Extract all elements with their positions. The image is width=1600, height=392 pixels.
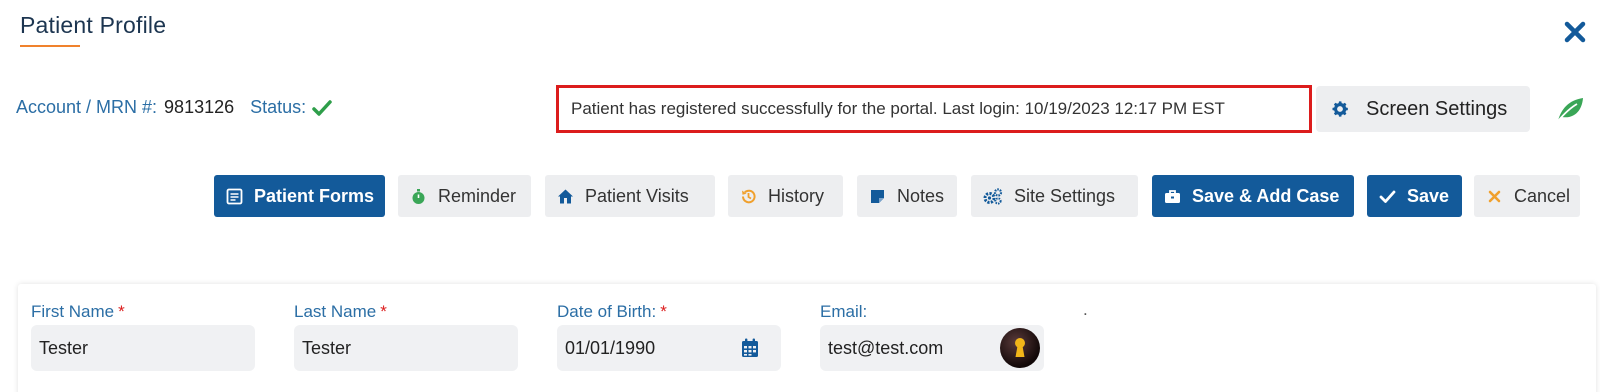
keyhole-glyph	[1015, 338, 1025, 357]
account-info: Account / MRN #: 9813126 Status:	[16, 97, 332, 118]
account-mrn-value: 9813126	[164, 97, 235, 117]
x-icon	[1488, 190, 1501, 202]
first-name-label: First Name *	[31, 302, 125, 322]
notes-label: Notes	[897, 185, 945, 206]
required-marker: *	[118, 302, 125, 321]
house-icon	[558, 189, 573, 203]
calendar-icon[interactable]	[741, 338, 759, 358]
required-marker: *	[380, 302, 387, 321]
email-label: Email:	[820, 302, 867, 322]
stray-mark: .	[1083, 300, 1088, 319]
dob-value: 01/01/1990	[565, 337, 656, 358]
patient-forms-button[interactable]: Patient Forms	[214, 175, 385, 217]
gear-icon	[1332, 101, 1348, 117]
dob-field[interactable]: 01/01/1990	[557, 325, 781, 371]
first-name-label-text: First Name	[31, 302, 115, 321]
account-mrn-label: Account / MRN #:	[16, 97, 158, 117]
form-icon	[226, 188, 243, 204]
portal-status-text: Patient has registered successfully for …	[571, 99, 1225, 118]
first-name-value: Tester	[39, 337, 89, 358]
email-value: test@test.com	[828, 337, 944, 358]
patient-forms-label: Patient Forms	[254, 185, 375, 206]
portal-status-message: Patient has registered successfully for …	[556, 85, 1312, 133]
reminder-button[interactable]: Reminder	[398, 175, 531, 217]
close-icon[interactable]	[1562, 19, 1588, 45]
cancel-button[interactable]: Cancel	[1474, 175, 1580, 217]
notes-button[interactable]: Notes	[857, 175, 957, 217]
title-underline	[20, 45, 80, 47]
check-icon	[1379, 190, 1396, 203]
cancel-label: Cancel	[1514, 185, 1571, 206]
patient-visits-button[interactable]: Patient Visits	[545, 175, 715, 217]
required-marker: *	[660, 302, 667, 321]
history-button[interactable]: History	[728, 175, 843, 217]
email-label-text: Email:	[820, 302, 868, 321]
history-label: History	[768, 185, 825, 206]
last-name-field[interactable]: Tester	[294, 325, 518, 371]
save-add-case-label: Save & Add Case	[1192, 185, 1340, 206]
dob-label: Date of Birth: *	[557, 302, 667, 322]
page-title: Patient Profile	[20, 12, 167, 38]
save-add-case-button[interactable]: Save & Add Case	[1152, 175, 1354, 217]
history-icon	[742, 189, 756, 203]
last-name-label-text: Last Name	[294, 302, 377, 321]
site-settings-label: Site Settings	[1014, 185, 1116, 206]
patient-visits-label: Patient Visits	[585, 185, 689, 206]
last-name-label: Last Name *	[294, 302, 387, 322]
email-field[interactable]: test@test.com	[820, 325, 1044, 371]
site-settings-button[interactable]: Site Settings	[971, 175, 1138, 217]
last-name-value: Tester	[302, 337, 352, 358]
screen-settings-button[interactable]: Screen Settings	[1316, 86, 1530, 132]
keyhole-icon[interactable]	[1000, 328, 1040, 368]
status-label: Status:	[250, 97, 307, 117]
leaf-icon[interactable]	[1555, 95, 1585, 123]
stopwatch-icon	[412, 188, 425, 204]
note-icon	[871, 189, 884, 203]
screen-settings-label: Screen Settings	[1366, 97, 1508, 120]
save-button[interactable]: Save	[1367, 175, 1462, 217]
cogs-icon	[983, 187, 1003, 205]
reminder-label: Reminder	[438, 185, 517, 206]
briefcase-icon	[1165, 189, 1180, 203]
check-icon	[312, 99, 332, 116]
first-name-field[interactable]: Tester	[31, 325, 255, 371]
dob-label-text: Date of Birth:	[557, 302, 657, 321]
save-label: Save	[1407, 185, 1450, 206]
